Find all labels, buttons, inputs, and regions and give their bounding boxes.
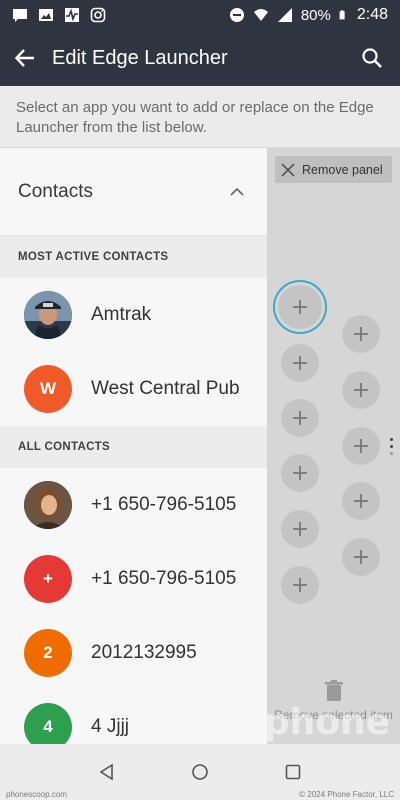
page-title: Edit Edge Launcher (52, 46, 228, 69)
circle-home-icon (192, 764, 208, 780)
list-item[interactable]: + +1 650-796-5105 (0, 542, 267, 616)
image-icon (39, 9, 53, 21)
nav-recents-button[interactable] (281, 760, 305, 784)
footer-copyright: © 2024 Phone Factor, LLC (299, 789, 394, 799)
list-item[interactable]: +1 650-796-5105 (0, 468, 267, 542)
activity-icon (65, 8, 79, 22)
plus-icon (293, 356, 307, 370)
footer-site: phonescoop.com (6, 789, 67, 799)
arrow-back-icon (14, 49, 34, 67)
contact-name: West Central Pub (91, 378, 240, 399)
section-label-all-contacts: ALL CONTACTS (0, 426, 267, 468)
avatar (24, 481, 72, 529)
close-icon (281, 162, 295, 177)
plus-icon (293, 411, 307, 425)
avatar (24, 291, 72, 339)
edge-slot[interactable] (281, 344, 319, 382)
remove-panel-label: Remove panel (302, 162, 383, 177)
avatar-initial: 2 (43, 643, 53, 662)
edge-panel-preview: Remove panel Remove selected item (267, 148, 400, 744)
avatar: W (24, 365, 72, 413)
remove-panel-button[interactable]: Remove panel (275, 156, 392, 183)
edge-slot[interactable] (342, 315, 380, 353)
trash-icon (324, 680, 343, 701)
edge-slot[interactable] (342, 427, 380, 465)
avatar: 2 (24, 629, 72, 677)
message-icon (13, 9, 27, 22)
clock: 2:48 (356, 6, 388, 23)
plus-icon (293, 300, 307, 314)
contact-name: +1 650-796-5105 (91, 568, 237, 589)
nav-home-button[interactable] (188, 760, 212, 784)
edge-slot[interactable] (281, 454, 319, 492)
avatar-initial: + (43, 569, 53, 588)
list-item[interactable]: W West Central Pub (0, 352, 267, 426)
signal-icon (277, 8, 292, 22)
plus-icon (354, 383, 368, 397)
search-button[interactable] (344, 30, 400, 86)
avatar-initial: W (39, 379, 57, 398)
list-item[interactable]: Amtrak (0, 278, 267, 352)
plus-icon (354, 550, 368, 564)
plus-icon (354, 494, 368, 508)
list-item[interactable]: 2 2012132995 (0, 616, 267, 690)
contacts-group-header[interactable]: Contacts (0, 148, 267, 236)
plus-icon (354, 439, 368, 453)
avatar-initial: 4 (43, 717, 53, 736)
app-bar: Edit Edge Launcher (0, 30, 400, 86)
footer-credit: phonescoop.com © 2024 Phone Factor, LLC (0, 788, 400, 800)
plus-icon (293, 466, 307, 480)
edge-slot[interactable] (281, 399, 319, 437)
avatar: + (24, 555, 72, 603)
back-button[interactable] (0, 30, 50, 86)
contacts-group-title: Contacts (18, 180, 93, 202)
contact-photo (24, 481, 72, 529)
plus-icon (293, 578, 307, 592)
edge-slot[interactable] (342, 371, 380, 409)
instagram-icon (90, 7, 106, 23)
plus-icon (293, 522, 307, 536)
triangle-back-icon (99, 763, 113, 781)
nav-back-button[interactable] (95, 760, 119, 784)
contact-name: +1 650-796-5105 (91, 494, 237, 515)
edge-slot[interactable] (281, 510, 319, 548)
contact-name: 4 Jjjj (91, 716, 130, 737)
battery-percentage: 80% (300, 6, 331, 24)
do-not-disturb-icon (229, 8, 244, 22)
avatar: 4 (24, 703, 72, 744)
panel-drag-handle[interactable] (390, 438, 394, 459)
edge-slot[interactable] (342, 538, 380, 576)
edge-slot-selected[interactable] (278, 285, 322, 329)
section-label-most-active: MOST ACTIVE CONTACTS (0, 236, 267, 278)
contacts-list: Contacts MOST ACTIVE CONTACTS Amtrak W W… (0, 148, 267, 744)
plus-icon (354, 327, 368, 341)
search-icon (362, 48, 382, 68)
amtrak-contact-photo (24, 291, 72, 339)
chevron-up-icon (230, 187, 244, 196)
edge-slot[interactable] (281, 566, 319, 604)
battery-icon (339, 10, 345, 20)
instruction-text: Select an app you want to add or replace… (0, 86, 400, 148)
contact-name: Amtrak (91, 304, 152, 325)
square-recents-icon (286, 764, 301, 780)
edge-slot[interactable] (342, 482, 380, 520)
wifi-icon (253, 9, 268, 21)
list-item[interactable]: 4 4 Jjjj (0, 690, 267, 744)
status-bar: 80% 2:48 (0, 0, 400, 30)
contact-name: 2012132995 (91, 642, 197, 663)
